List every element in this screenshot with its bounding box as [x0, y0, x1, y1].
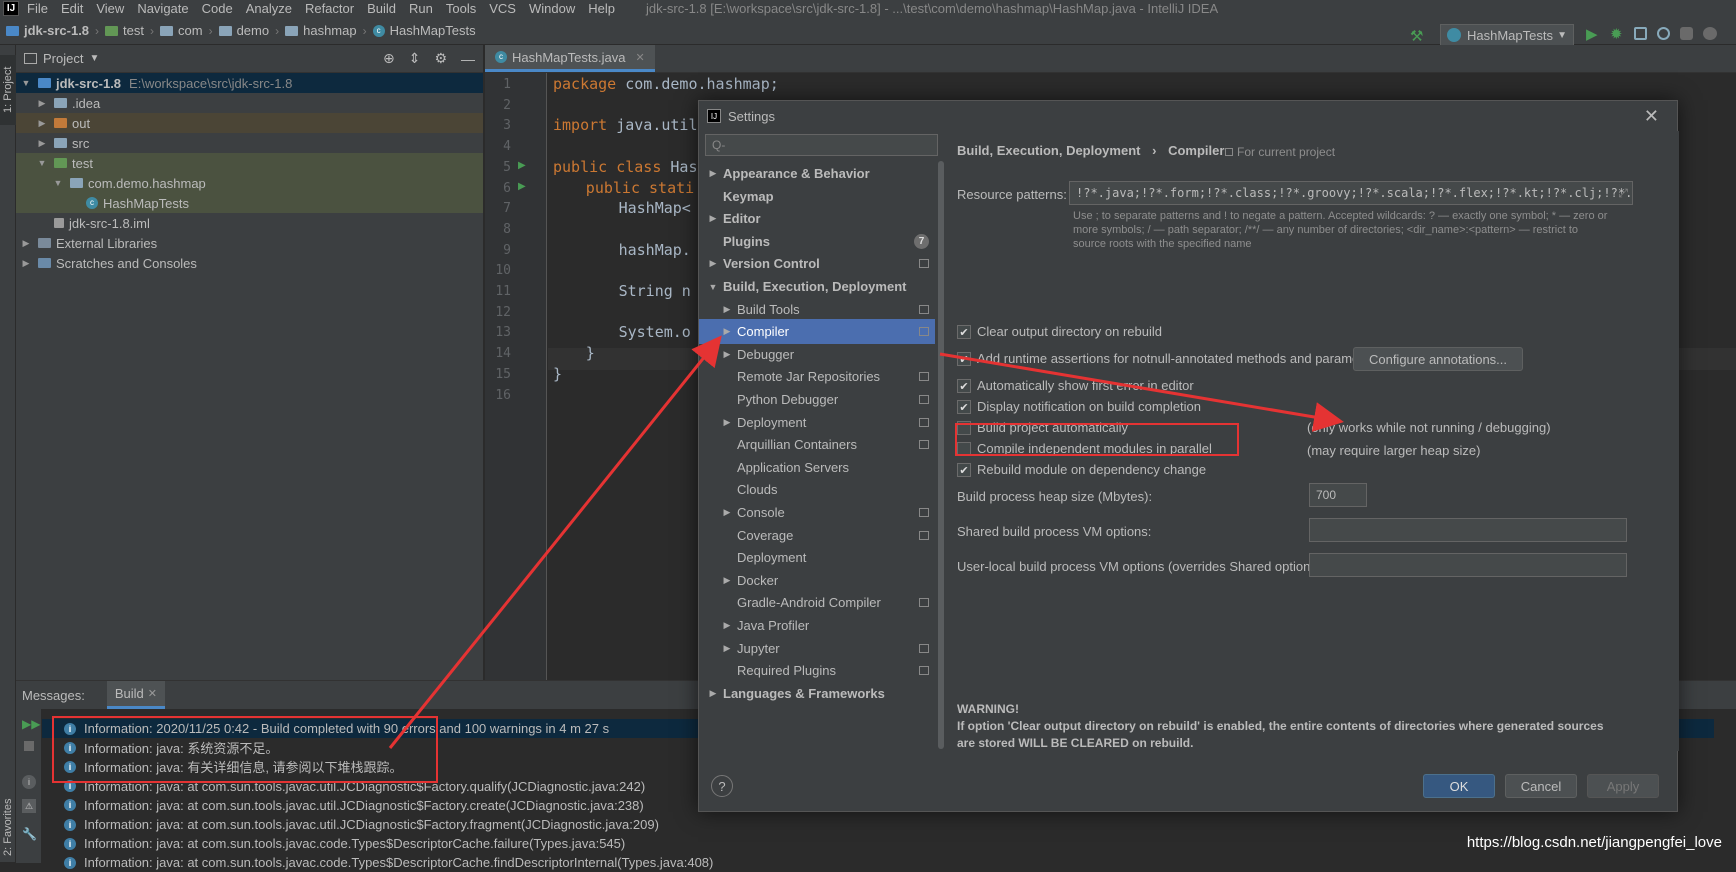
annotation-arrows — [388, 335, 1344, 749]
annotation-arrow-to-heap — [939, 352, 1344, 432]
watermark-text: https://blog.csdn.net/jiangpengfei_love — [1466, 834, 1722, 851]
annotation-arrow-to-compiler — [388, 335, 722, 749]
